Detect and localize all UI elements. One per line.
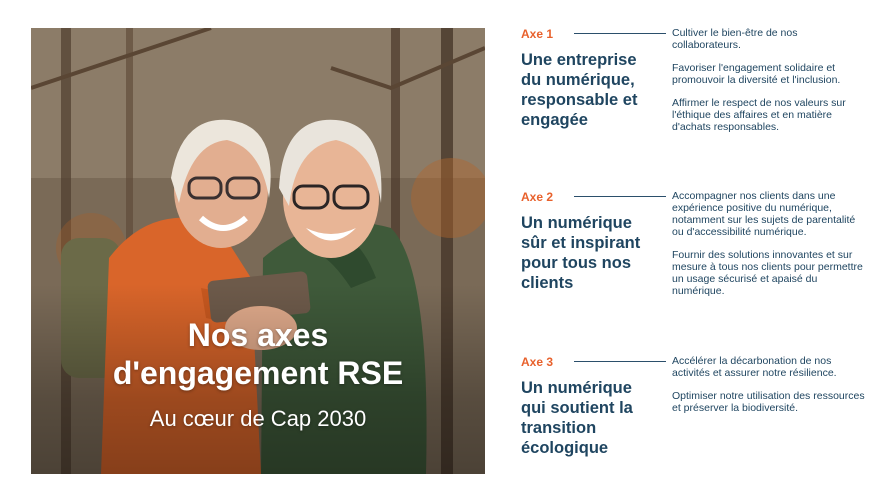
page-title-line-1: Nos axes [187,317,329,353]
axis-heading: Une entreprise du numérique, responsable… [521,51,638,129]
axis-items: Accélérer la décarbonation de nos activi… [672,355,868,425]
axis-heading: Un numérique qui soutient la transition … [521,379,633,457]
axis-label: Axe 2 [521,190,554,204]
axis-items: Cultiver le bien-être de nos collaborate… [672,27,868,144]
axis-divider [574,361,666,362]
axis-item: Accompagner nos clients dans une expérie… [672,190,856,238]
axis-item: Affirmer le respect de nos valeurs sur l… [672,97,846,133]
axis-item: Fournir des solutions innovantes et sur … [672,249,863,297]
axis-item: Optimiser notre utilisation des ressourc… [672,390,865,414]
axis-items: Accompagner nos clients dans une expérie… [672,190,868,308]
axis-item: Cultiver le bien-être de nos collaborate… [672,27,798,51]
axis-item: Accélérer la décarbonation de nos activi… [672,355,837,379]
hero-photo: Nos axes d'engagement RSE Au cœur de Cap… [31,28,485,474]
page-title: Nos axes d'engagement RSE [31,316,485,392]
axis-divider [574,33,666,34]
axis-label: Axe 3 [521,355,554,369]
page-title-line-2: d'engagement RSE [112,355,404,391]
axis-heading: Un numérique sûr et inspirant pour tous … [521,214,641,292]
axis-label: Axe 1 [521,27,554,41]
axis-item: Favoriser l'engagement solidaire et prom… [672,62,841,86]
axis-divider [574,196,666,197]
page-subtitle: Au cœur de Cap 2030 [149,406,367,431]
